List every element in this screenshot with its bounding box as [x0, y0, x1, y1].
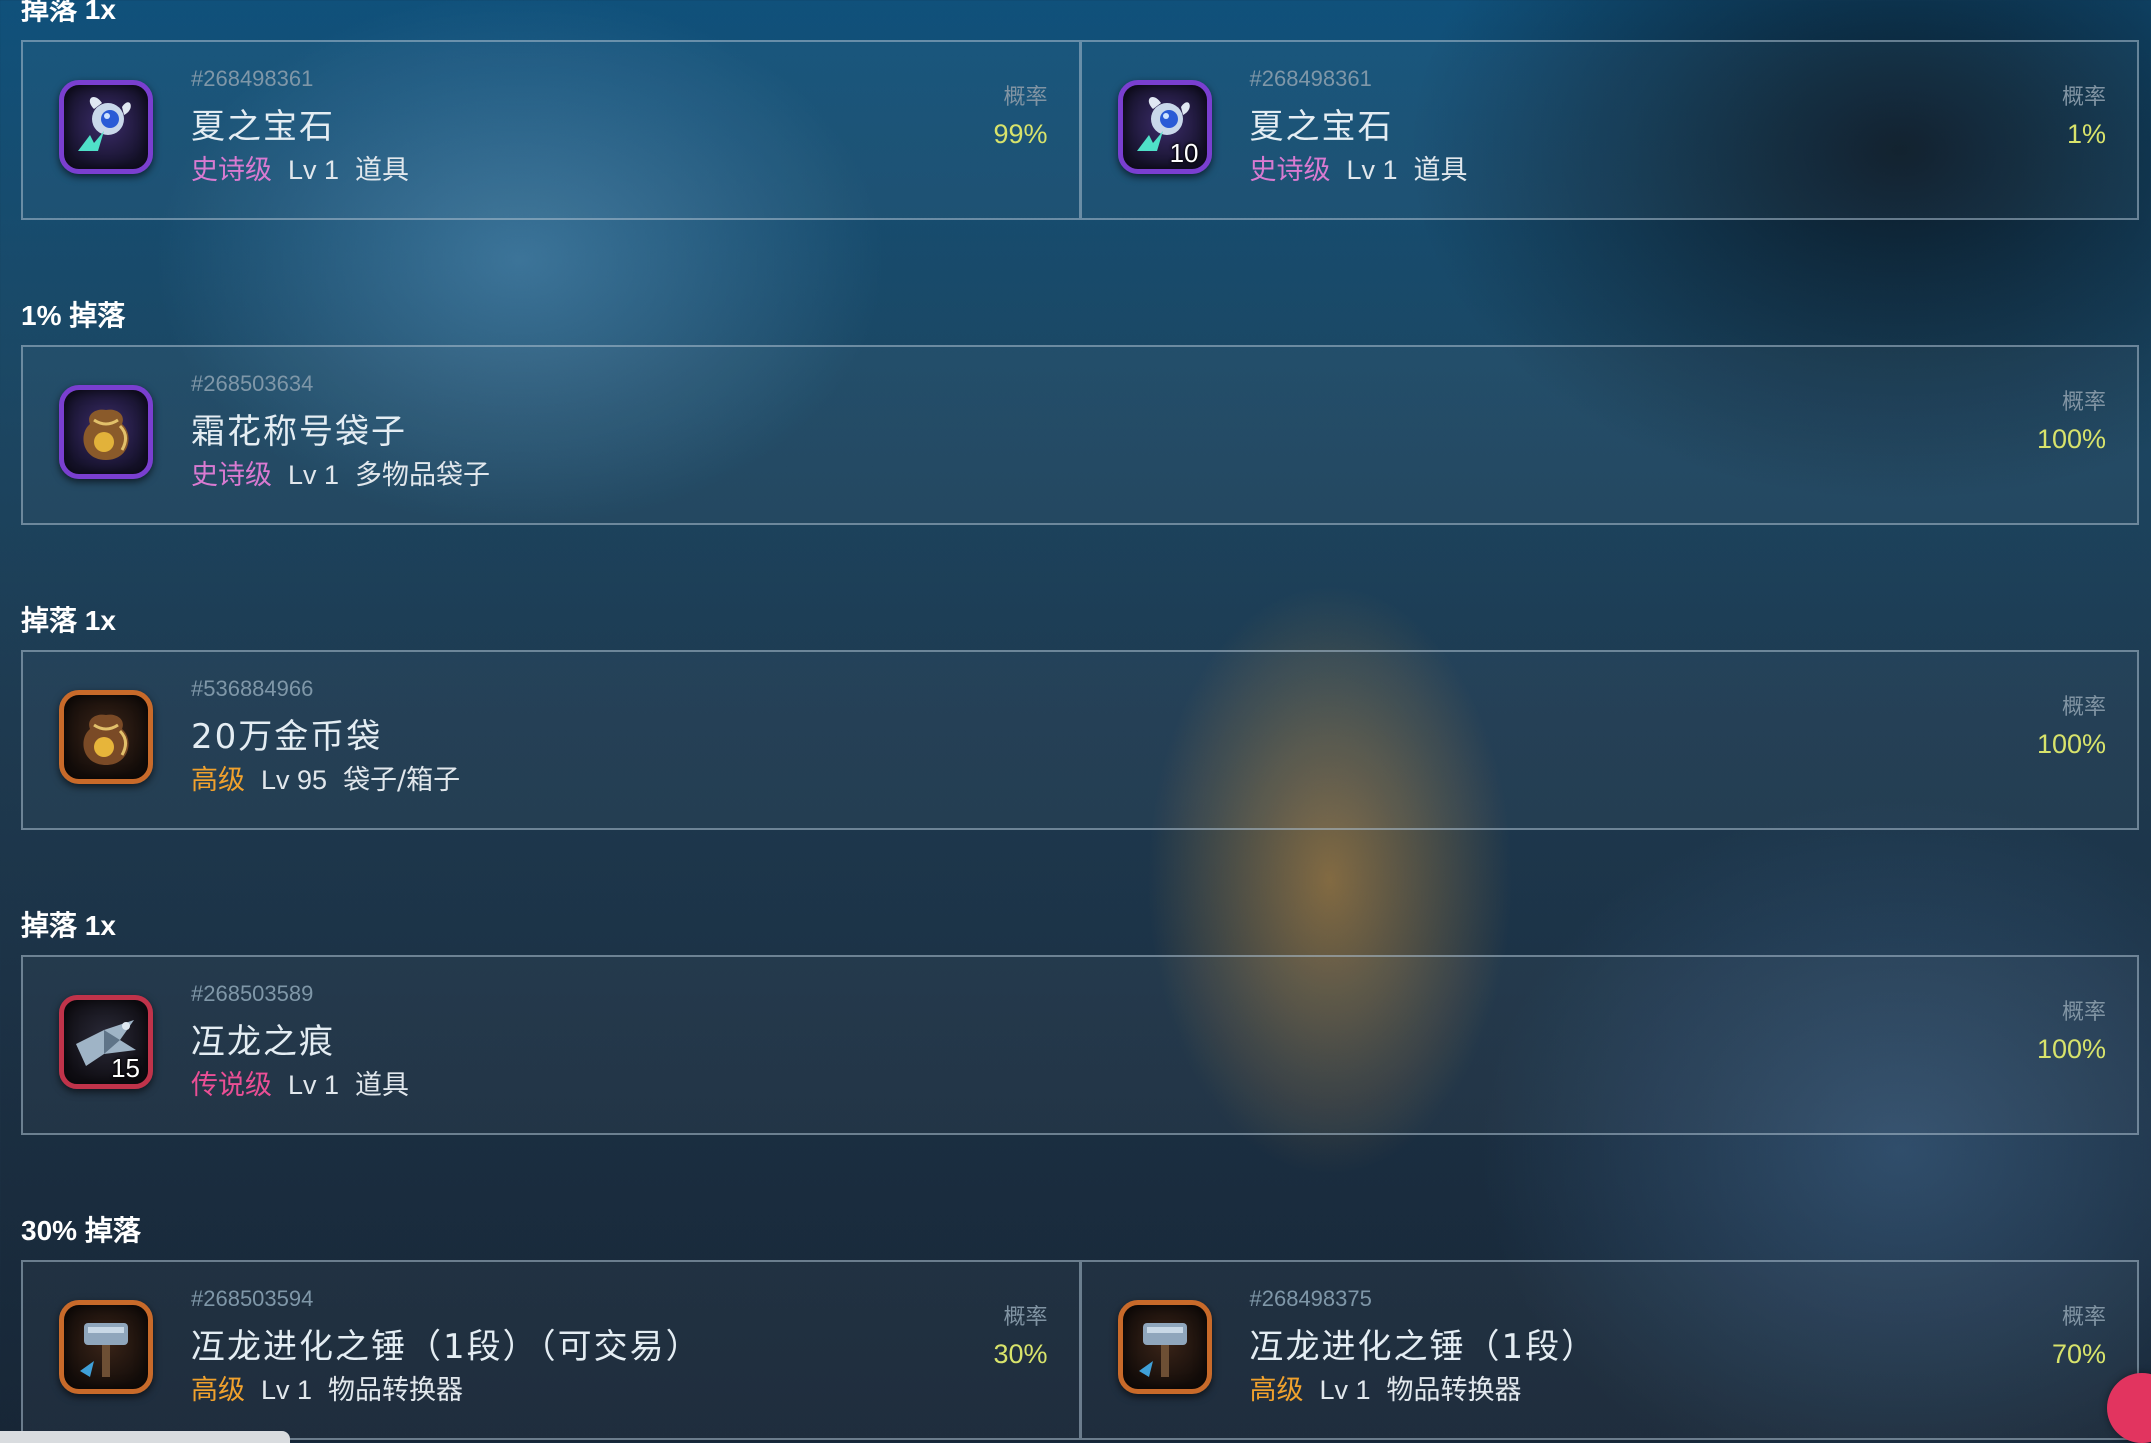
- item-card[interactable]: #268498361 夏之宝石 史诗级 Lv 1 道具 概率 99%: [21, 40, 1082, 220]
- probability-value: 99%: [993, 119, 1048, 149]
- item-quantity: 10: [1169, 138, 1199, 168]
- drop-row: #268503594 冱龙进化之锤（1段）（可交易） 高级 Lv 1 物品转换器…: [21, 1260, 2139, 1440]
- probability-value: 1%: [2066, 119, 2106, 149]
- status-url-bar: [0, 1431, 290, 1443]
- bag-icon: [59, 385, 153, 479]
- item-card[interactable]: 15 #268503589 冱龙之痕 传说级 Lv 1 道具 概率 100%: [21, 955, 2139, 1135]
- item-name[interactable]: 霜花称号袋子: [191, 404, 407, 453]
- probability-value: 100%: [2036, 729, 2106, 759]
- item-id: #268498361: [1249, 66, 1372, 91]
- item-rarity: 史诗级: [191, 460, 272, 491]
- item-rarity: 高级: [1249, 1375, 1304, 1406]
- item-quantity: 15: [111, 1053, 140, 1083]
- item-type: 物品转换器: [1386, 1375, 1522, 1406]
- item-meta: 传说级 Lv 1 道具: [191, 1063, 409, 1102]
- section-title: 1% 掉落: [21, 300, 126, 331]
- item-rarity: 史诗级: [191, 155, 272, 186]
- item-card[interactable]: #268498375 冱龙进化之锤（1段） 高级 Lv 1 物品转换器 概率 7…: [1081, 1260, 2139, 1440]
- probability-label: 概率: [1003, 1305, 1048, 1330]
- item-name[interactable]: 冱龙之痕: [191, 1014, 335, 1063]
- item-meta: 高级 Lv 95 袋子/箱子: [191, 758, 460, 797]
- drop-row: #536884966 20万金币袋 高级 Lv 95 袋子/箱子 概率 100%: [21, 650, 2139, 830]
- dragon-shard-icon: 15: [59, 995, 153, 1089]
- probability-label: 概率: [2061, 1305, 2106, 1330]
- item-card[interactable]: #536884966 20万金币袋 高级 Lv 95 袋子/箱子 概率 100%: [21, 650, 2139, 830]
- item-level: Lv 1: [261, 1375, 313, 1405]
- item-level: Lv 1: [1346, 155, 1398, 185]
- item-id: #268503589: [191, 981, 314, 1006]
- item-name[interactable]: 冱龙进化之锤（1段）: [1250, 1319, 1598, 1368]
- item-id: #268498361: [191, 66, 314, 91]
- drop-row: 15 #268503589 冱龙之痕 传说级 Lv 1 道具 概率 100%: [21, 955, 2139, 1135]
- section-title: 掉落 1x: [21, 605, 116, 636]
- gold-bag-icon: [59, 690, 153, 784]
- item-card[interactable]: 10 #268498361 夏之宝石 史诗级 Lv 1 道具 概率 1%: [1081, 40, 2139, 220]
- probability-value: 70%: [2051, 1339, 2106, 1369]
- probability-value: 100%: [2036, 1034, 2106, 1064]
- drop-row: #268498361 夏之宝石 史诗级 Lv 1 道具 概率 99% 10 #2…: [21, 40, 2139, 220]
- item-level: Lv 1: [288, 1070, 340, 1100]
- item-name[interactable]: 冱龙进化之锤（1段）（可交易）: [191, 1319, 702, 1368]
- probability-value: 100%: [2036, 424, 2106, 454]
- item-rarity: 高级: [191, 1375, 245, 1406]
- item-type: 物品转换器: [328, 1375, 464, 1406]
- probability-label: 概率: [2061, 390, 2106, 415]
- section-title: 掉落 1x: [21, 0, 116, 25]
- probability-label: 概率: [2061, 695, 2106, 720]
- item-level: Lv 1: [1319, 1375, 1371, 1405]
- drop-row: #268503634 霜花称号袋子 史诗级 Lv 1 多物品袋子 概率 100%: [21, 345, 2139, 525]
- item-rarity: 传说级: [191, 1070, 272, 1101]
- item-meta: 史诗级 Lv 1 道具: [1250, 148, 1468, 187]
- item-level: Lv 1: [288, 460, 340, 490]
- item-type: 道具: [355, 155, 410, 186]
- item-type: 道具: [355, 1070, 410, 1101]
- item-meta: 高级 Lv 1 物品转换器: [1250, 1368, 1522, 1407]
- probability-label: 概率: [2061, 1000, 2106, 1025]
- item-name[interactable]: 20万金币袋: [191, 709, 382, 758]
- section-title: 掉落 1x: [21, 910, 116, 941]
- item-rarity: 史诗级: [1249, 155, 1331, 186]
- probability-label: 概率: [2061, 85, 2106, 110]
- probability-label: 概率: [1003, 85, 1048, 110]
- item-card[interactable]: #268503634 霜花称号袋子 史诗级 Lv 1 多物品袋子 概率 100%: [21, 345, 2139, 525]
- item-type: 袋子/箱子: [343, 765, 461, 796]
- item-id: #268503594: [191, 1286, 314, 1311]
- item-name[interactable]: 夏之宝石: [191, 99, 335, 148]
- probability-value: 30%: [993, 1339, 1048, 1369]
- item-name[interactable]: 夏之宝石: [1250, 99, 1394, 148]
- item-meta: 高级 Lv 1 物品转换器: [191, 1368, 463, 1407]
- item-level: Lv 1: [288, 155, 340, 185]
- section-title: 30% 掉落: [21, 1215, 141, 1246]
- item-meta: 史诗级 Lv 1 多物品袋子: [191, 453, 490, 492]
- item-type: 道具: [1413, 155, 1468, 186]
- item-id: #268498375: [1249, 1286, 1372, 1311]
- item-card[interactable]: #268503594 冱龙进化之锤（1段）（可交易） 高级 Lv 1 物品转换器…: [21, 1260, 1082, 1440]
- gem-flower-icon: 10: [1117, 80, 1212, 174]
- item-level: Lv 95: [261, 765, 328, 795]
- hammer-icon: [1117, 1300, 1212, 1394]
- item-rarity: 高级: [191, 765, 245, 796]
- gem-flower-icon: [59, 80, 153, 174]
- hammer-icon: [59, 1300, 153, 1394]
- item-id: #268503634: [191, 371, 314, 396]
- item-id: #536884966: [191, 676, 314, 701]
- item-type: 多物品袋子: [355, 460, 491, 491]
- item-meta: 史诗级 Lv 1 道具: [191, 148, 409, 187]
